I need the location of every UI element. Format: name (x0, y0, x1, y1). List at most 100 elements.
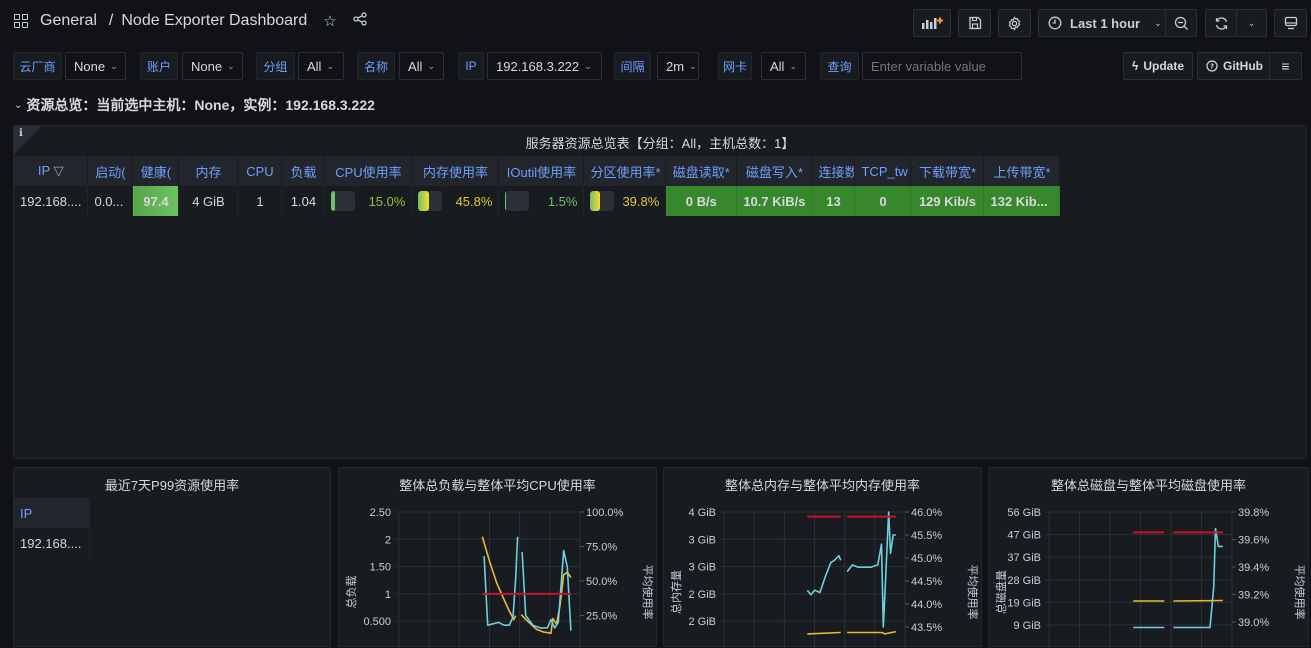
col-disk-read[interactable]: 磁盘读取* (665, 156, 738, 186)
overview-table-panel: i 服务器资源总览表【分组：All，主机总数：1】 IP ▽ 启动( 健康( 内… (13, 125, 1307, 459)
github-link-button[interactable]: ? GitHub (1197, 52, 1272, 80)
col-connections[interactable]: 连接数 (811, 156, 856, 186)
dashboard-settings-button[interactable] (998, 9, 1031, 37)
query-input[interactable] (862, 52, 1022, 80)
col-tcp-tw[interactable]: TCP_tw (854, 156, 912, 186)
hamburger-icon: ≡ (1281, 58, 1290, 74)
col-memory[interactable]: 内存 (178, 156, 239, 186)
panel-title: 服务器资源总览表【分组：All，主机总数：1】 (525, 136, 795, 151)
breadcrumb-folder[interactable]: General (40, 12, 97, 30)
row-header-resource-overview[interactable]: ⌄ 资源总览：当前选中主机：None，实例：192.168.3.222 (14, 95, 375, 115)
y-right-axis-label: 平均使用率 (966, 565, 980, 620)
y-tick-label: 4 GiB (688, 507, 716, 519)
cell-ip[interactable]: 192.168.... (14, 186, 89, 216)
cell-upload: 132 Kib... (983, 186, 1061, 216)
col-mem-usage[interactable]: 内存使用率 (411, 156, 500, 186)
cell-connections: 13 (811, 186, 856, 216)
y-right-tick-label: 46.0% (911, 507, 942, 519)
update-link-button[interactable]: ϟ Update (1123, 52, 1194, 80)
bolt-icon: ϟ (1132, 59, 1139, 73)
col-disk-write[interactable]: 磁盘写入* (736, 156, 813, 186)
gauge-track (418, 191, 443, 211)
chevron-down-icon: ⌄ (584, 60, 592, 71)
var-label-interval: 间隔 (614, 52, 651, 80)
y-axis-label: 总内存量 (669, 570, 683, 614)
var-select-account[interactable]: None ⌄ (182, 52, 243, 80)
y-tick-label: 1.50 (370, 562, 391, 574)
var-select-interval[interactable]: 2m ⌄ (657, 52, 699, 80)
var-select-ip[interactable]: 192.168.3.222 ⌄ (487, 52, 602, 80)
var-label-name: 名称 (357, 52, 395, 80)
col-uptime[interactable]: 启动( (87, 156, 134, 186)
cell-cpu: 1 (237, 186, 283, 216)
chevron-down-icon: ⌄ (427, 60, 435, 71)
chevron-down-icon: ⌄ (110, 60, 118, 71)
chevron-down-icon: ⌄ (789, 60, 797, 71)
disk-chart[interactable]: 56 GiB 47 GiB 37 GiB 28 GiB 19 GiB 9 GiB 39.8%… (989, 468, 1310, 648)
col-cpu[interactable]: CPU (237, 156, 283, 186)
memory-chart-panel: 整体总内存与整体平均内存使用率 4 GiB 3 GiB 3 GiB 2 GiB 2 Gi… (663, 467, 983, 648)
cell-disk-read: 0 B/s (665, 186, 738, 216)
y-right-tick-label: 45.5% (911, 530, 942, 542)
y-tick-label: 28 GiB (1007, 575, 1041, 587)
save-dashboard-button[interactable] (958, 9, 991, 37)
col-cpu-usage[interactable]: CPU使用率 (324, 156, 413, 186)
y-right-tick-label: 39.4% (1238, 562, 1269, 574)
col-upload[interactable]: 上传带宽* (983, 156, 1061, 186)
time-picker-button[interactable]: Last 1 hour ⌄ (1038, 9, 1166, 37)
zoom-out-button[interactable] (1165, 9, 1197, 37)
var-select-group[interactable]: All ⌄ (298, 52, 344, 80)
y-right-tick-label: 75.0% (586, 542, 617, 554)
var-label-account: 账户 (140, 52, 178, 80)
y-tick-label: 2 GiB (688, 616, 716, 628)
col-download[interactable]: 下载带宽* (910, 156, 985, 186)
var-value: All (307, 58, 322, 74)
y-right-tick-label: 39.0% (1238, 617, 1269, 629)
tv-mode-button[interactable] (1274, 9, 1307, 37)
dashboard-title[interactable]: Node Exporter Dashboard (121, 12, 307, 30)
star-icon[interactable]: ☆ (323, 12, 336, 30)
var-value: All (770, 58, 785, 74)
load-cpu-chart[interactable]: 2.50 2 1.50 1 0.500 100.0% 75.0% 50.0% 25.0% 总负载 平… (339, 468, 658, 648)
var-label-ip: IP (458, 52, 484, 80)
resource-table: IP ▽ 启动( 健康( 内存 CPU 负载 CPU使用率 内存使用率 IOut… (14, 156, 1061, 216)
col-partition[interactable]: 分区使用率* (583, 156, 667, 186)
update-label: Update (1143, 59, 1185, 73)
p99-col-ip[interactable]: IP (14, 498, 90, 528)
series-line-left (1173, 599, 1223, 602)
y-tick-label: 0.500 (363, 616, 391, 628)
chevron-down-icon: ⌄ (1247, 17, 1256, 28)
gauge-track (590, 191, 615, 211)
gear-icon (1008, 15, 1021, 31)
add-panel-icon (922, 17, 943, 29)
y-tick-label: 2.50 (370, 507, 391, 519)
col-ip[interactable]: IP ▽ (14, 156, 89, 186)
time-range-label: Last 1 hour (1070, 15, 1141, 31)
add-panel-button[interactable] (913, 9, 951, 37)
dashboards-grid-icon[interactable] (14, 14, 28, 28)
var-select-name[interactable]: All ⌄ (399, 52, 444, 80)
table-row[interactable]: 192.168.... 0.0... 97.4 4 GiB 1 1.04 15.… (14, 186, 1061, 216)
var-label-query: 查询 (820, 52, 859, 80)
y-right-tick-label: 39.8% (1238, 507, 1269, 519)
refresh-interval-dropdown[interactable]: ⌄ (1236, 9, 1267, 37)
gauge-value: 39.8% (622, 193, 660, 209)
ioutil-gauge: 1.5% (505, 191, 577, 211)
var-select-cloud[interactable]: None ⌄ (65, 52, 126, 80)
y-right-tick-label: 50.0% (586, 576, 617, 588)
cell-download: 129 Kib/s (910, 186, 985, 216)
col-ioutil[interactable]: IOutil使用率 (498, 156, 585, 186)
refresh-button[interactable] (1205, 9, 1237, 37)
clock-icon (1048, 16, 1062, 30)
menu-button[interactable]: ≡ (1269, 52, 1302, 80)
col-health[interactable]: 健康( (132, 156, 180, 186)
gauge-fill (331, 191, 336, 211)
share-icon[interactable] (353, 12, 367, 30)
var-value: None (74, 58, 106, 74)
memory-chart[interactable]: 4 GiB 3 GiB 3 GiB 2 GiB 2 GiB 46.0% 45.5% 45.0%… (664, 468, 983, 648)
var-select-nic[interactable]: All ⌄ (761, 52, 806, 80)
col-load[interactable]: 负载 (281, 156, 326, 186)
table-row[interactable]: 192.168.... (14, 528, 90, 558)
y-axis-label: 总磁盘量 (994, 570, 1008, 614)
filter-icon[interactable]: ▽ (54, 163, 64, 178)
